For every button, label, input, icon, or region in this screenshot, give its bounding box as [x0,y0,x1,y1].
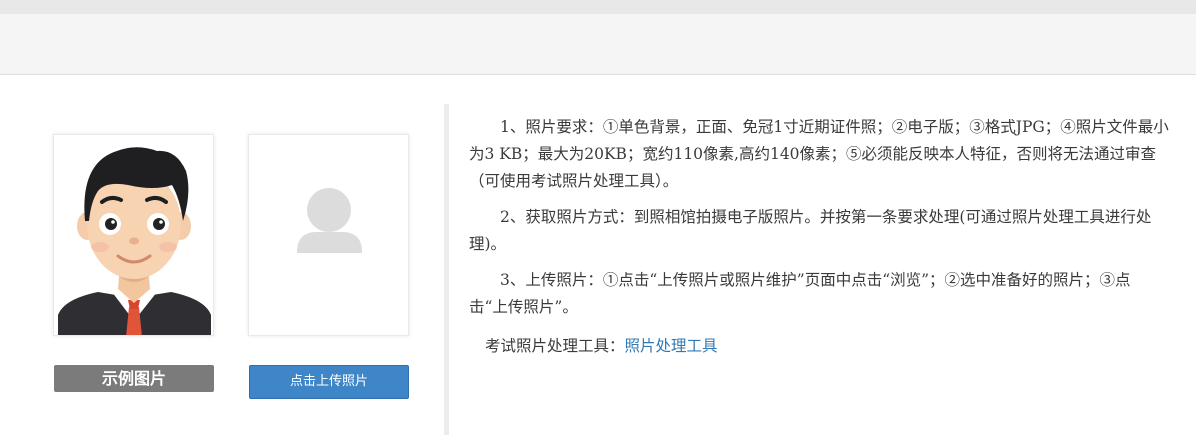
photo-tool-link[interactable]: 照片处理工具 [625,337,718,355]
page-header [0,14,1196,75]
photo-tool-label: 考试照片处理工具： [485,337,625,355]
instruction-item: 1、照片要求：①单色背景，正面、免冠1寸近期证件照；②电子版；③格式JPG；④照… [469,118,1169,190]
photo-tool-line: 考试照片处理工具：照片处理工具 [485,333,718,360]
instructions-panel: 1、照片要求：①单色背景，正面、免冠1寸近期证件照；②电子版；③格式JPG；④照… [469,114,1169,330]
upload-photo-button[interactable]: 点击上传照片 [249,365,409,399]
sample-person-portrait [58,147,211,335]
vertical-divider [444,104,449,435]
user-silhouette-icon [297,188,362,253]
sample-photo-frame [53,134,214,336]
top-strip [0,0,1196,14]
sample-caption: 示例图片 [54,365,214,392]
instruction-item: 2、获取照片方式：到照相馆拍摄电子版照片。并按第一条要求处理(可通过照片处理工具… [469,208,1152,253]
instruction-item: 3、上传照片：①点击“上传照片或照片维护”页面中点击“浏览”；②选中准备好的照片… [469,271,1131,316]
upload-photo-frame[interactable] [248,134,409,336]
